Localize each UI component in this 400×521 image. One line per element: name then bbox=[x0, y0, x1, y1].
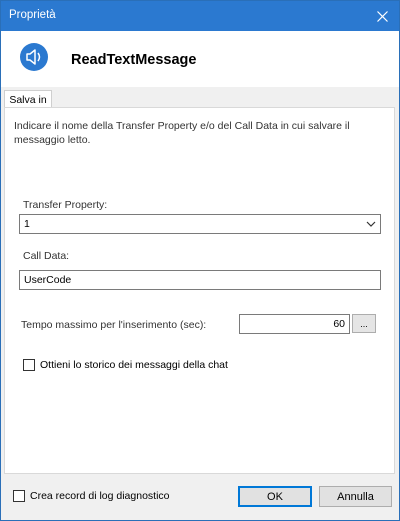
timeout-input[interactable]: 60 bbox=[239, 314, 350, 334]
tab-salva-in[interactable]: Salva in bbox=[4, 90, 52, 108]
diagnostic-checkbox-label: Crea record di log diagnostico bbox=[30, 490, 170, 502]
diagnostic-checkbox[interactable] bbox=[13, 490, 25, 502]
close-icon bbox=[376, 10, 388, 22]
tab-panel bbox=[4, 107, 395, 474]
panel-description: Indicare il nome della Transfer Property… bbox=[14, 120, 350, 146]
browse-label: ... bbox=[360, 318, 368, 329]
transfer-property-label: Transfer Property: bbox=[23, 199, 108, 211]
call-data-label: Call Data: bbox=[23, 250, 70, 262]
close-button[interactable] bbox=[365, 1, 399, 31]
transfer-property-combobox[interactable]: 1 bbox=[19, 214, 381, 234]
timeout-label: Tempo massimo per l'inserimento (sec): bbox=[21, 319, 207, 331]
timeout-value: 60 bbox=[333, 318, 345, 330]
diagnostic-checkbox-row[interactable]: Crea record di log diagnostico bbox=[13, 490, 170, 502]
chevron-down-icon bbox=[366, 221, 376, 227]
browse-button[interactable]: ... bbox=[352, 314, 376, 333]
window-title: Proprietà bbox=[9, 9, 56, 21]
history-checkbox-label: Ottieni lo storico dei messaggi della ch… bbox=[40, 359, 228, 371]
tab-label: Salva in bbox=[9, 93, 47, 106]
call-data-input[interactable]: UserCode bbox=[19, 270, 381, 290]
activity-title: ReadTextMessage bbox=[71, 52, 197, 68]
ok-button[interactable]: OK bbox=[238, 486, 312, 507]
history-checkbox-row[interactable]: Ottieni lo storico dei messaggi della ch… bbox=[23, 359, 228, 371]
dialog-header: ReadTextMessage bbox=[1, 31, 399, 87]
speaker-icon bbox=[20, 43, 48, 71]
call-data-value: UserCode bbox=[24, 274, 72, 286]
cancel-label: Annulla bbox=[337, 490, 374, 503]
transfer-property-value: 1 bbox=[24, 218, 30, 230]
ok-label: OK bbox=[267, 490, 283, 503]
properties-dialog: Proprietà ReadTextMessage Salva in Indic… bbox=[0, 0, 400, 521]
cancel-button[interactable]: Annulla bbox=[319, 486, 392, 507]
history-checkbox[interactable] bbox=[23, 359, 35, 371]
title-bar: Proprietà bbox=[1, 1, 399, 31]
